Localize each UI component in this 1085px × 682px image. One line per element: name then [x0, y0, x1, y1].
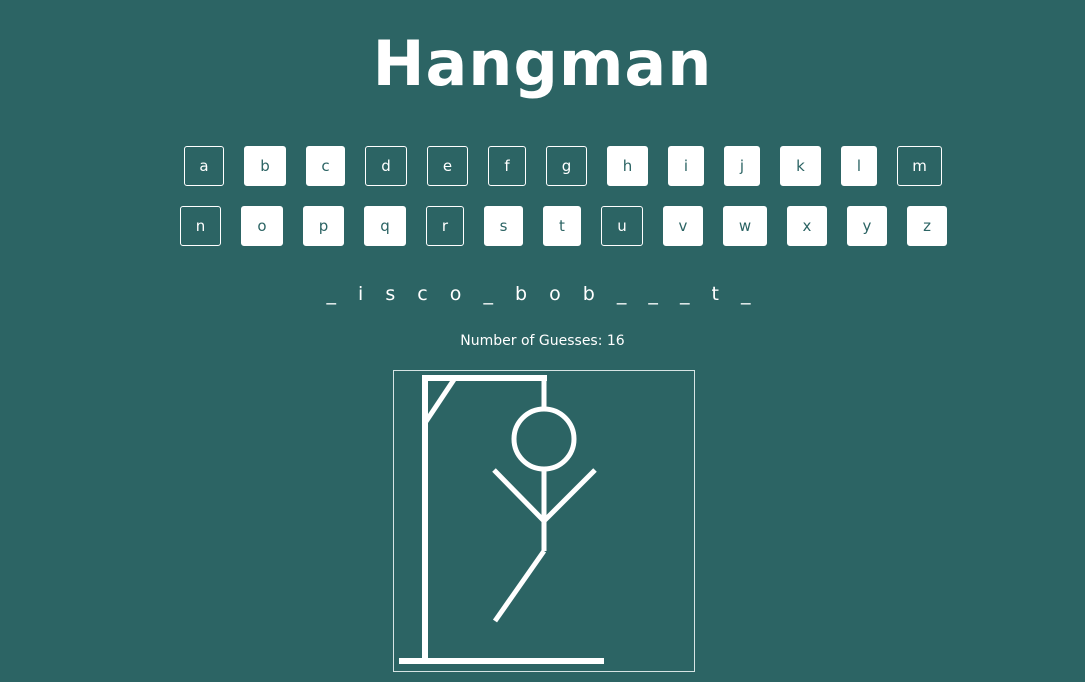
letter-key-m[interactable]: m [897, 146, 942, 186]
hangman-head [511, 406, 577, 472]
letter-key-z[interactable]: z [907, 206, 947, 246]
letter-key-d[interactable]: d [365, 146, 407, 186]
letter-key-p[interactable]: p [303, 206, 344, 246]
letter-key-l[interactable]: l [841, 146, 877, 186]
letter-key-k[interactable]: k [780, 146, 821, 186]
letter-key-c[interactable]: c [306, 146, 345, 186]
letter-key-n[interactable]: n [180, 206, 221, 246]
hangman-left-arm [492, 468, 546, 523]
letter-key-u[interactable]: u [601, 206, 643, 246]
letter-key-b[interactable]: b [244, 146, 286, 186]
letter-key-w[interactable]: w [723, 206, 767, 246]
letter-key-v[interactable]: v [663, 206, 703, 246]
letter-key-x[interactable]: x [787, 206, 827, 246]
letter-key-j[interactable]: j [724, 146, 760, 186]
letter-key-g[interactable]: g [546, 146, 587, 186]
letter-key-o[interactable]: o [241, 206, 283, 246]
letter-key-s[interactable]: s [484, 206, 523, 246]
word-display: _ i s c o _ b o b _ _ _ t _ [326, 283, 759, 305]
letter-key-e[interactable]: e [427, 146, 468, 186]
gallows-brace [422, 376, 458, 425]
hangman-board [393, 370, 695, 672]
letter-key-t[interactable]: t [543, 206, 581, 246]
guess-counter: Number of Guesses: 16 [460, 333, 625, 349]
letter-key-y[interactable]: y [847, 206, 887, 246]
hangman-left-leg [492, 549, 547, 623]
letter-key-a[interactable]: a [184, 146, 224, 186]
letter-key-f[interactable]: f [488, 146, 526, 186]
letter-key-q[interactable]: q [364, 206, 406, 246]
letter-key-i[interactable]: i [668, 146, 704, 186]
letter-key-r[interactable]: r [426, 206, 464, 246]
page-title: Hangman [372, 27, 713, 100]
letter-key-h[interactable]: h [607, 146, 648, 186]
hangman-right-arm [542, 468, 597, 523]
